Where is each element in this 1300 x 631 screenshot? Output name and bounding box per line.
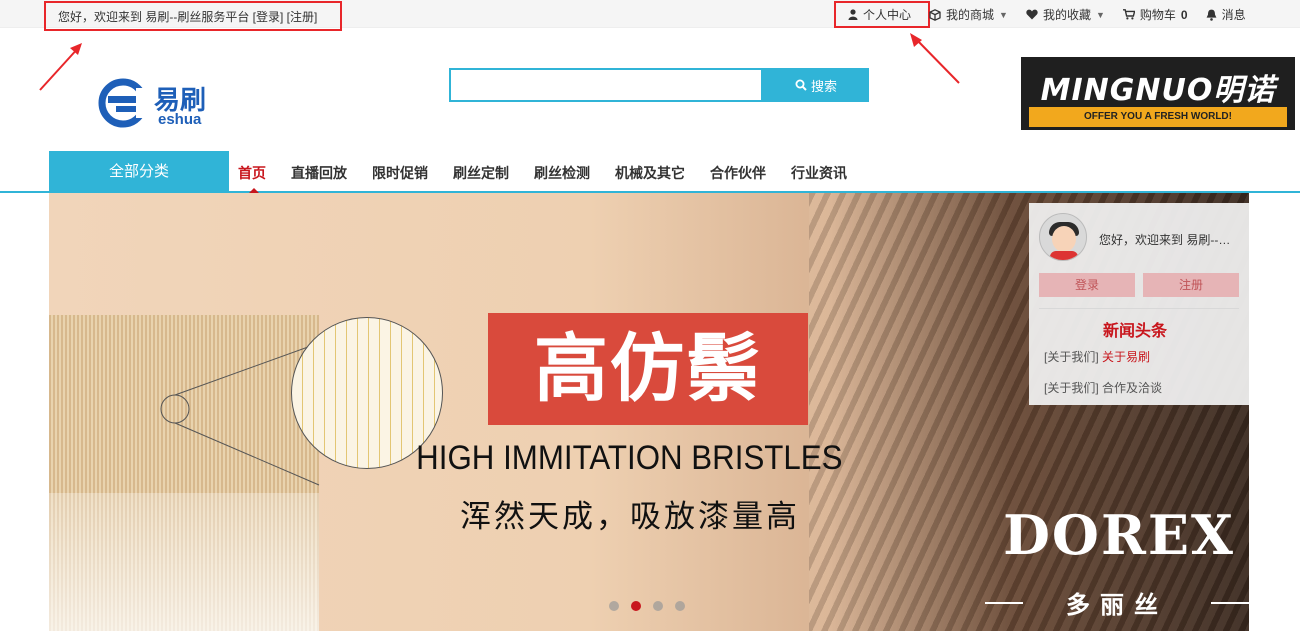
news-link[interactable]: 关于易刷 [1102,350,1150,364]
news-list: [关于我们] 关于易刷 [关于我们] 合作及洽谈 [1044,348,1162,410]
welcome-text[interactable]: 您好，欢迎来到 易刷--刷丝服务平台 [登录] [注册] [44,1,342,31]
news-item[interactable]: [关于我们] 合作及洽谈 [1044,379,1162,396]
brand-logo: DOREX [1003,503,1235,567]
my-mall-label: 我的商城 [946,8,995,22]
bell-icon [1206,9,1216,21]
slide-dot[interactable] [675,601,685,611]
nav-item-bristle-testing[interactable]: 刷丝检测 [534,163,590,183]
main-nav: 全部分类 首页 直播回放 限时促销 刷丝定制 刷丝检测 机械及其它 合作伙伴 行… [0,151,1300,194]
nav-items: 首页 直播回放 限时促销 刷丝定制 刷丝检测 机械及其它 合作伙伴 行业资讯 [238,163,872,183]
nav-item-industry-news[interactable]: 行业资讯 [791,163,847,183]
cube-icon [929,8,941,21]
cart-count: 0 [1180,7,1188,22]
nav-item-custom-bristles[interactable]: 刷丝定制 [453,163,509,183]
slide-dot[interactable] [653,601,663,611]
slide-indicators [609,601,685,611]
my-favorites-label: 我的收藏 [1042,8,1091,22]
cart-link[interactable]: 购物车 0 [1122,6,1188,23]
personal-center-label: 个人中心 [863,8,912,22]
brush-fade [49,493,319,631]
my-mall-link[interactable]: 我的商城 ▼ [929,6,1008,23]
news-link[interactable]: 合作及洽谈 [1102,381,1162,395]
news-item[interactable]: [关于我们] 关于易刷 [1044,348,1162,365]
messages-link[interactable]: 消息 [1206,6,1246,23]
ad-banner-mingnuo[interactable]: MINGNUO明诺 OFFER YOU A FRESH WORLD! [1021,57,1295,130]
nav-item-live-replay[interactable]: 直播回放 [291,163,347,183]
register-button[interactable]: 注册 [1143,273,1239,297]
login-button[interactable]: 登录 [1039,273,1135,297]
nav-item-partners[interactable]: 合作伙伴 [710,163,766,183]
brand-chinese-name: 多丽丝 [985,585,1249,620]
logo-en: eshua [158,111,202,128]
banner-headline: 高仿鬃 [488,313,808,425]
personal-center-link[interactable]: 个人中心 [848,6,911,23]
search-bar: 搜索 [449,68,869,102]
search-input[interactable] [449,68,763,102]
search-icon [795,79,807,91]
brand-cn-text: 多丽丝 [1066,592,1168,619]
annotation-arrow-right [910,33,960,84]
avatar [1039,213,1087,261]
divider [1039,308,1239,309]
slide-dot-active[interactable] [631,601,641,611]
news-tag: [关于我们] [1044,350,1099,364]
ad-title: MINGNUO明诺 [1040,73,1276,108]
annotation-arrow-left [39,43,82,91]
search-button-label: 搜索 [810,78,837,94]
search-button[interactable]: 搜索 [763,68,869,102]
top-bar: 您好，欢迎来到 易刷--刷丝服务平台 [登录] [注册] 个人中心 我的商城 ▼… [0,0,1300,31]
chevron-down-icon: ▼ [999,9,1008,20]
all-categories-button[interactable]: 全部分类 [49,151,229,193]
my-favorites-link[interactable]: 我的收藏 ▼ [1026,6,1105,23]
news-tag: [关于我们] [1044,381,1099,395]
banner-chinese-slogan: 浑然天成，吸放漆量高 [460,499,800,534]
user-panel: 您好，欢迎来到 易刷--刷丝服务平台 登录 注册 新闻头条 [关于我们] 关于易… [1029,203,1249,405]
divider-line [1211,601,1249,604]
slide-dot[interactable] [609,601,619,611]
divider-line [985,601,1023,604]
news-heading: 新闻头条 [1102,323,1167,340]
messages-label: 消息 [1221,8,1246,22]
nav-item-home[interactable]: 首页 [238,163,266,183]
chevron-down-icon: ▼ [1095,9,1105,20]
banner-english-slogan: HIGH IMMITATION BRISTLES [416,439,843,477]
site-logo[interactable]: 易刷 eshua [98,76,228,132]
user-icon [848,9,858,20]
cart-label: 购物车 [1139,8,1176,22]
panel-auth-buttons: 登录 注册 [1039,273,1239,297]
top-links: 个人中心 我的商城 ▼ 我的收藏 ▼ 购物车 0 消息 [848,6,1246,23]
ad-tagline: OFFER YOU A FRESH WORLD! [1029,107,1287,127]
nav-item-machinery[interactable]: 机械及其它 [615,163,685,183]
nav-item-flash-sale[interactable]: 限时促销 [372,163,428,183]
heart-icon [1026,9,1038,20]
panel-greeting: 您好，欢迎来到 易刷--刷丝服务平台 [1099,233,1241,247]
cart-icon [1122,9,1135,20]
